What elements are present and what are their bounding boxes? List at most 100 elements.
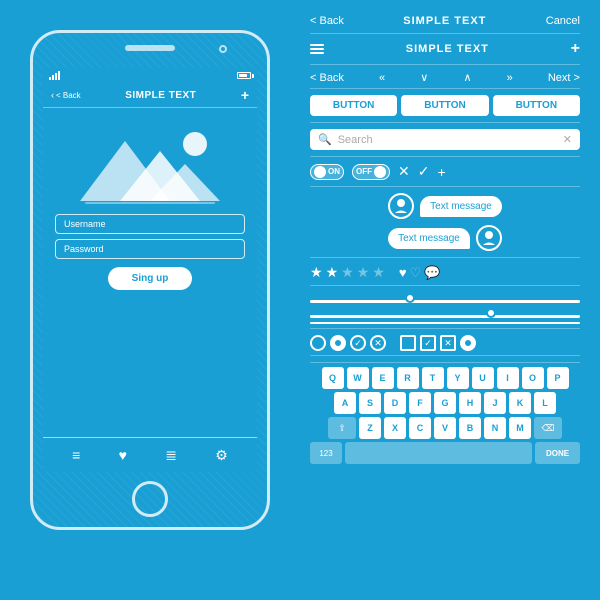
form-fields: Username Password [43,214,257,259]
signup-button[interactable]: Sing up [108,267,193,290]
key-k[interactable]: K [509,392,531,414]
heart-empty[interactable]: ♡ [410,265,422,281]
settings-nav-icon[interactable]: ⚙ [215,447,228,464]
key-p[interactable]: P [547,367,569,389]
key-u[interactable]: U [472,367,494,389]
keyboard-row-2: A S D F G H J K L [310,392,580,414]
chevron-up-nav[interactable]: ∧ [463,71,471,84]
chat-bubble-1: Text message [420,196,502,217]
key-v[interactable]: V [434,417,456,439]
signal-bars [49,71,60,80]
key-g[interactable]: G [434,392,456,414]
toggle-on[interactable]: ON [310,164,344,180]
add-button[interactable]: + [571,40,580,58]
search-box[interactable]: 🔍 Search ✕ [310,129,580,150]
key-o[interactable]: O [522,367,544,389]
toggles-row: ON OFF ✕ ✓ + [310,163,580,187]
key-h[interactable]: H [459,392,481,414]
star-3[interactable]: ★ [341,264,354,281]
slider-2[interactable] [310,307,580,319]
back-nav[interactable]: < Back [310,72,344,84]
key-e[interactable]: E [372,367,394,389]
key-c[interactable]: C [409,417,431,439]
divider-line [310,322,580,324]
done-key[interactable]: DONE [535,442,580,464]
key-m[interactable]: M [509,417,531,439]
key-f[interactable]: F [409,392,431,414]
toggle-off[interactable]: OFF [352,164,390,180]
phone-add-button[interactable]: + [241,87,249,103]
checkbox-empty[interactable] [400,335,416,351]
chat-message-right: Text message [388,193,502,219]
radio-empty-1[interactable] [310,335,326,351]
key-l[interactable]: L [534,392,556,414]
star-2[interactable]: ★ [326,264,339,281]
toggle-on-label: ON [328,167,340,176]
username-field[interactable]: Username [55,214,245,234]
key-s[interactable]: S [359,392,381,414]
search-row: 🔍 Search ✕ [310,129,580,157]
double-right-nav[interactable]: » [507,72,513,84]
star-4[interactable]: ★ [357,264,370,281]
button-2[interactable]: BUTTON [401,95,488,116]
numbers-key[interactable]: 123 [310,442,342,464]
phone-body: ‹ < Back SIMPLE TEXT + [30,30,270,530]
list-nav-icon[interactable]: ≣ [165,447,177,464]
key-z[interactable]: Z [359,417,381,439]
key-q[interactable]: Q [322,367,344,389]
plus-icon[interactable]: + [437,164,445,180]
radio-filled-2[interactable] [460,335,476,351]
keyboard-row-1: Q W E R T Y U I O P [310,367,580,389]
toggle-off-label: OFF [356,167,372,176]
star-1[interactable]: ★ [310,264,323,281]
checkbox-checked[interactable]: ✓ [420,335,436,351]
keyboard: Q W E R T Y U I O P A S D F G H J K L ⇧ … [310,362,580,464]
radio-filled[interactable] [330,335,346,351]
key-y[interactable]: Y [447,367,469,389]
key-t[interactable]: T [422,367,444,389]
double-left-nav[interactable]: « [379,72,385,84]
button-1[interactable]: BUTTON [310,95,397,116]
key-x[interactable]: X [384,417,406,439]
key-d[interactable]: D [384,392,406,414]
menu-title: SIMPLE TEXT [406,43,489,55]
check-circle[interactable]: ✓ [350,335,366,351]
key-i[interactable]: I [497,367,519,389]
star-5[interactable]: ★ [372,264,385,281]
slider-1[interactable] [310,292,580,304]
chat-row: Text message Text message [310,193,580,258]
phone-back-button[interactable]: ‹ < Back [51,90,81,100]
key-n[interactable]: N [484,417,506,439]
heart-nav-icon[interactable]: ♥ [119,447,127,463]
space-key[interactable] [345,442,532,464]
password-field[interactable]: Password [55,239,245,259]
phone-title: SIMPLE TEXT [125,90,196,101]
cancel-button[interactable]: Cancel [546,15,580,27]
shift-key[interactable]: ⇧ [328,417,356,439]
x-icon[interactable]: ✕ [398,163,410,180]
back-button[interactable]: < Back [310,15,344,27]
chat-message-left: Text message [388,225,502,251]
key-b[interactable]: B [459,417,481,439]
chevron-down-nav[interactable]: ∨ [420,71,428,84]
hamburger-nav-icon[interactable]: ≡ [72,447,80,463]
next-nav[interactable]: Next > [548,72,580,84]
checkbox-x[interactable]: ✕ [440,335,456,351]
hamburger-icon[interactable] [310,44,324,54]
phone-speaker [125,45,175,51]
back-chevron: ‹ [51,90,54,100]
clear-search-icon[interactable]: ✕ [563,133,572,146]
battery-icon [237,72,251,79]
key-j[interactable]: J [484,392,506,414]
key-a[interactable]: A [334,392,356,414]
check-icon[interactable]: ✓ [418,163,430,180]
key-w[interactable]: W [347,367,369,389]
key-r[interactable]: R [397,367,419,389]
speech-bubble-icon[interactable]: 💬 [424,265,440,281]
x-circle[interactable]: ✕ [370,335,386,351]
backspace-key[interactable]: ⌫ [534,417,562,439]
heart-filled[interactable]: ♥ [399,265,407,280]
home-button[interactable] [132,481,168,517]
button-3[interactable]: BUTTON [493,95,580,116]
chat-bubble-2: Text message [388,228,470,249]
